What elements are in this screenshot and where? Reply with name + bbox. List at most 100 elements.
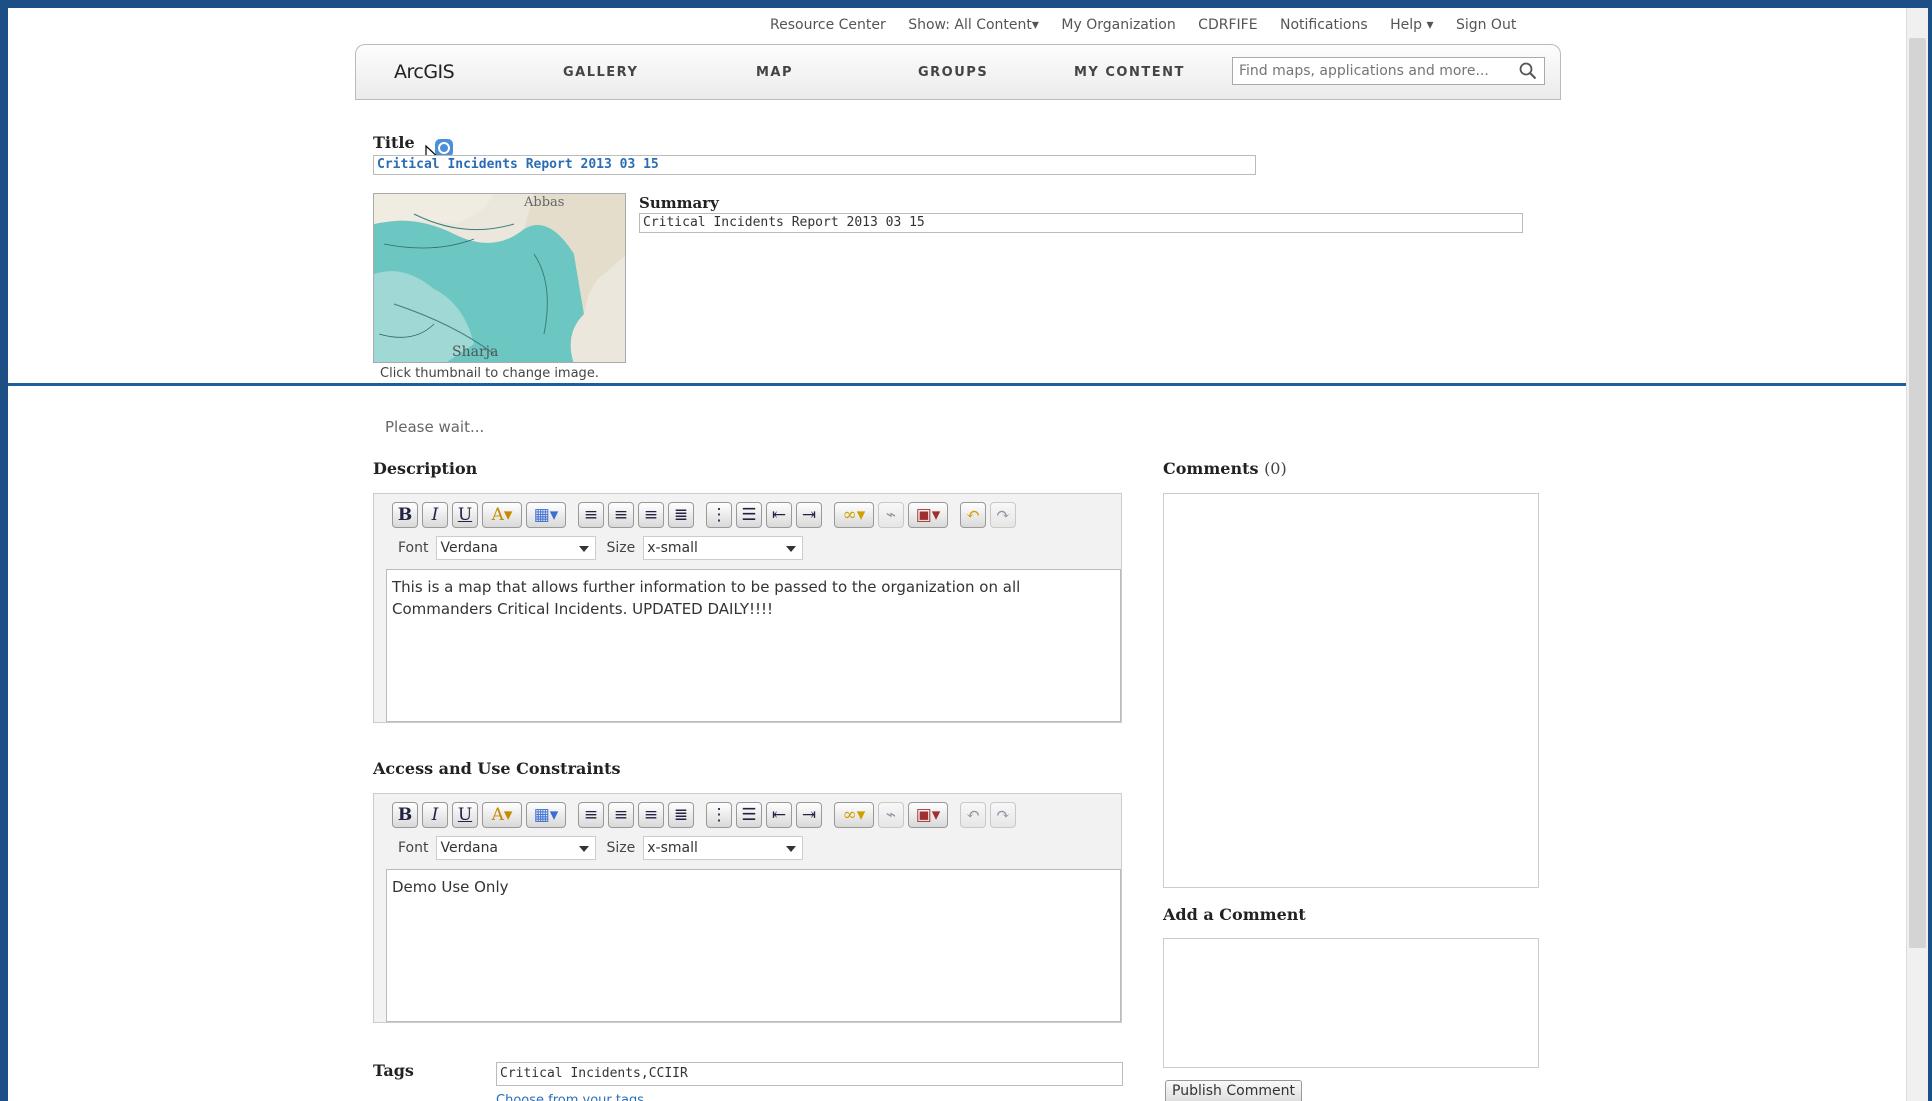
unlink-icon[interactable]: ⌁: [878, 802, 904, 828]
chevron-down-icon: [786, 846, 797, 852]
highlight-icon[interactable]: ▦▾: [526, 502, 566, 528]
redo-icon[interactable]: ↷: [990, 502, 1016, 528]
underline-icon[interactable]: U: [452, 802, 478, 828]
main-navbar: ArcGIS GALLERY MAP GROUPS MY CONTENT: [355, 44, 1561, 100]
bold-icon[interactable]: B: [392, 502, 418, 528]
font-color-icon[interactable]: A▾: [482, 502, 522, 528]
scrollbar-thumb[interactable]: [1909, 38, 1926, 948]
notifications-link[interactable]: Notifications: [1280, 17, 1368, 33]
font-select[interactable]: Verdana: [436, 836, 597, 860]
description-label: Description: [373, 459, 478, 478]
redo-icon[interactable]: ↷: [990, 802, 1016, 828]
comments-label: Comments (0): [1163, 459, 1287, 478]
thumbnail-label-abbas: Abbas: [523, 195, 564, 210]
sign-out-link[interactable]: Sign Out: [1456, 17, 1516, 33]
comment-input[interactable]: [1163, 938, 1539, 1068]
top-utility-bar: Resource Center Show: All Content▾ My Or…: [770, 17, 1534, 37]
constraints-toolbar: B I U A▾ ▦▾ ≡ ≡ ≡ ≣ ⋮ ☰ ⇤ ⇥ ∞▾ ⌁ ▣▾ ↶ ↷: [392, 802, 1020, 828]
bullet-list-icon[interactable]: ☰: [736, 502, 762, 528]
numbered-list-icon[interactable]: ⋮: [706, 802, 732, 828]
insert-image-icon[interactable]: ▣▾: [908, 502, 948, 528]
window-divider: [8, 383, 1928, 386]
add-comment-label: Add a Comment: [1163, 905, 1306, 924]
align-right-icon[interactable]: ≡: [638, 502, 664, 528]
font-label: Font: [398, 840, 429, 856]
justify-icon[interactable]: ≣: [668, 502, 694, 528]
title-field[interactable]: Critical Incidents Report 2013 03 15: [373, 155, 1256, 175]
undo-icon[interactable]: ↶: [960, 802, 986, 828]
indent-icon[interactable]: ⇥: [796, 502, 822, 528]
align-center-icon[interactable]: ≡: [608, 502, 634, 528]
bold-icon[interactable]: B: [392, 802, 418, 828]
item-thumbnail[interactable]: Abbas Sharja: [373, 193, 626, 363]
size-select-value: x-small: [647, 840, 698, 856]
search-input[interactable]: [1233, 58, 1511, 84]
undo-icon[interactable]: ↶: [960, 502, 986, 528]
size-label: Size: [606, 540, 636, 556]
show-content-dropdown[interactable]: Show: All Content▾: [908, 17, 1039, 33]
publish-comment-button[interactable]: Publish Comment: [1165, 1080, 1302, 1101]
nav-groups[interactable]: GROUPS: [918, 65, 988, 80]
description-toolbar: B I U A▾ ▦▾ ≡ ≡ ≡ ≣ ⋮ ☰ ⇤ ⇥ ∞▾ ⌁ ▣▾ ↶ ↷: [392, 502, 1020, 528]
constraints-text-area[interactable]: Demo Use Only: [386, 869, 1121, 1022]
insert-image-icon[interactable]: ▣▾: [908, 802, 948, 828]
nav-gallery[interactable]: GALLERY: [563, 65, 638, 80]
numbered-list-icon[interactable]: ⋮: [706, 502, 732, 528]
nav-map[interactable]: MAP: [756, 65, 793, 80]
my-organization-link[interactable]: My Organization: [1061, 17, 1175, 33]
align-right-icon[interactable]: ≡: [638, 802, 664, 828]
description-editor: B I U A▾ ▦▾ ≡ ≡ ≡ ≣ ⋮ ☰ ⇤ ⇥ ∞▾ ⌁ ▣▾ ↶ ↷ …: [373, 493, 1122, 723]
title-label: Title: [373, 133, 415, 152]
justify-icon[interactable]: ≣: [668, 802, 694, 828]
chevron-down-icon: [786, 546, 797, 552]
resource-center-link[interactable]: Resource Center: [770, 17, 886, 33]
highlight-icon[interactable]: ▦▾: [526, 802, 566, 828]
search-box: [1232, 57, 1545, 85]
underline-icon[interactable]: U: [452, 502, 478, 528]
font-select[interactable]: Verdana: [436, 536, 597, 560]
align-left-icon[interactable]: ≡: [578, 802, 604, 828]
chevron-down-icon: [579, 546, 590, 552]
font-color-icon[interactable]: A▾: [482, 802, 522, 828]
indent-icon[interactable]: ⇥: [796, 802, 822, 828]
username-link[interactable]: CDRFIFE: [1198, 17, 1257, 33]
link-icon[interactable]: ∞▾: [834, 502, 874, 528]
bullet-list-icon[interactable]: ☰: [736, 802, 762, 828]
summary-label: Summary: [639, 194, 719, 212]
thumbnail-caption: Click thumbnail to change image.: [380, 366, 599, 381]
align-left-icon[interactable]: ≡: [578, 502, 604, 528]
unlink-icon[interactable]: ⌁: [878, 502, 904, 528]
constraints-label: Access and Use Constraints: [373, 759, 621, 778]
size-label: Size: [606, 840, 636, 856]
search-icon[interactable]: [1519, 62, 1537, 80]
nav-my-content[interactable]: MY CONTENT: [1074, 65, 1185, 80]
summary-field[interactable]: Critical Incidents Report 2013 03 15: [639, 213, 1523, 233]
map-thumbnail-image: Abbas Sharja: [374, 194, 625, 362]
chevron-down-icon: [579, 846, 590, 852]
italic-icon[interactable]: I: [422, 502, 448, 528]
window-left-border: [0, 0, 8, 1101]
italic-icon[interactable]: I: [422, 802, 448, 828]
vertical-scrollbar[interactable]: [1906, 8, 1928, 1101]
outdent-icon[interactable]: ⇤: [766, 502, 792, 528]
window-right-border: [1928, 0, 1932, 1101]
link-icon[interactable]: ∞▾: [834, 802, 874, 828]
size-select-value: x-small: [647, 540, 698, 556]
font-select-value: Verdana: [440, 840, 499, 856]
size-select[interactable]: x-small: [643, 536, 804, 560]
choose-tags-link[interactable]: Choose from your tags: [496, 1093, 644, 1101]
thumbnail-label-sharja: Sharja: [452, 344, 498, 360]
constraints-editor: B I U A▾ ▦▾ ≡ ≡ ≡ ≣ ⋮ ☰ ⇤ ⇥ ∞▾ ⌁ ▣▾ ↶ ↷ …: [373, 793, 1122, 1023]
outdent-icon[interactable]: ⇤: [766, 802, 792, 828]
constraints-font-row: Font Verdana Size x-small: [398, 836, 813, 860]
arcgis-logo[interactable]: ArcGIS: [394, 61, 455, 83]
align-center-icon[interactable]: ≡: [608, 802, 634, 828]
font-select-value: Verdana: [440, 540, 499, 556]
comments-count: (0): [1264, 459, 1287, 478]
comments-title: Comments: [1163, 459, 1259, 478]
tags-field[interactable]: Critical Incidents,CCIIR: [496, 1062, 1123, 1086]
size-select[interactable]: x-small: [643, 836, 804, 860]
description-text-area[interactable]: This is a map that allows further inform…: [386, 569, 1121, 722]
window-top-border: [0, 0, 1932, 8]
help-dropdown[interactable]: Help ▾: [1390, 17, 1433, 33]
